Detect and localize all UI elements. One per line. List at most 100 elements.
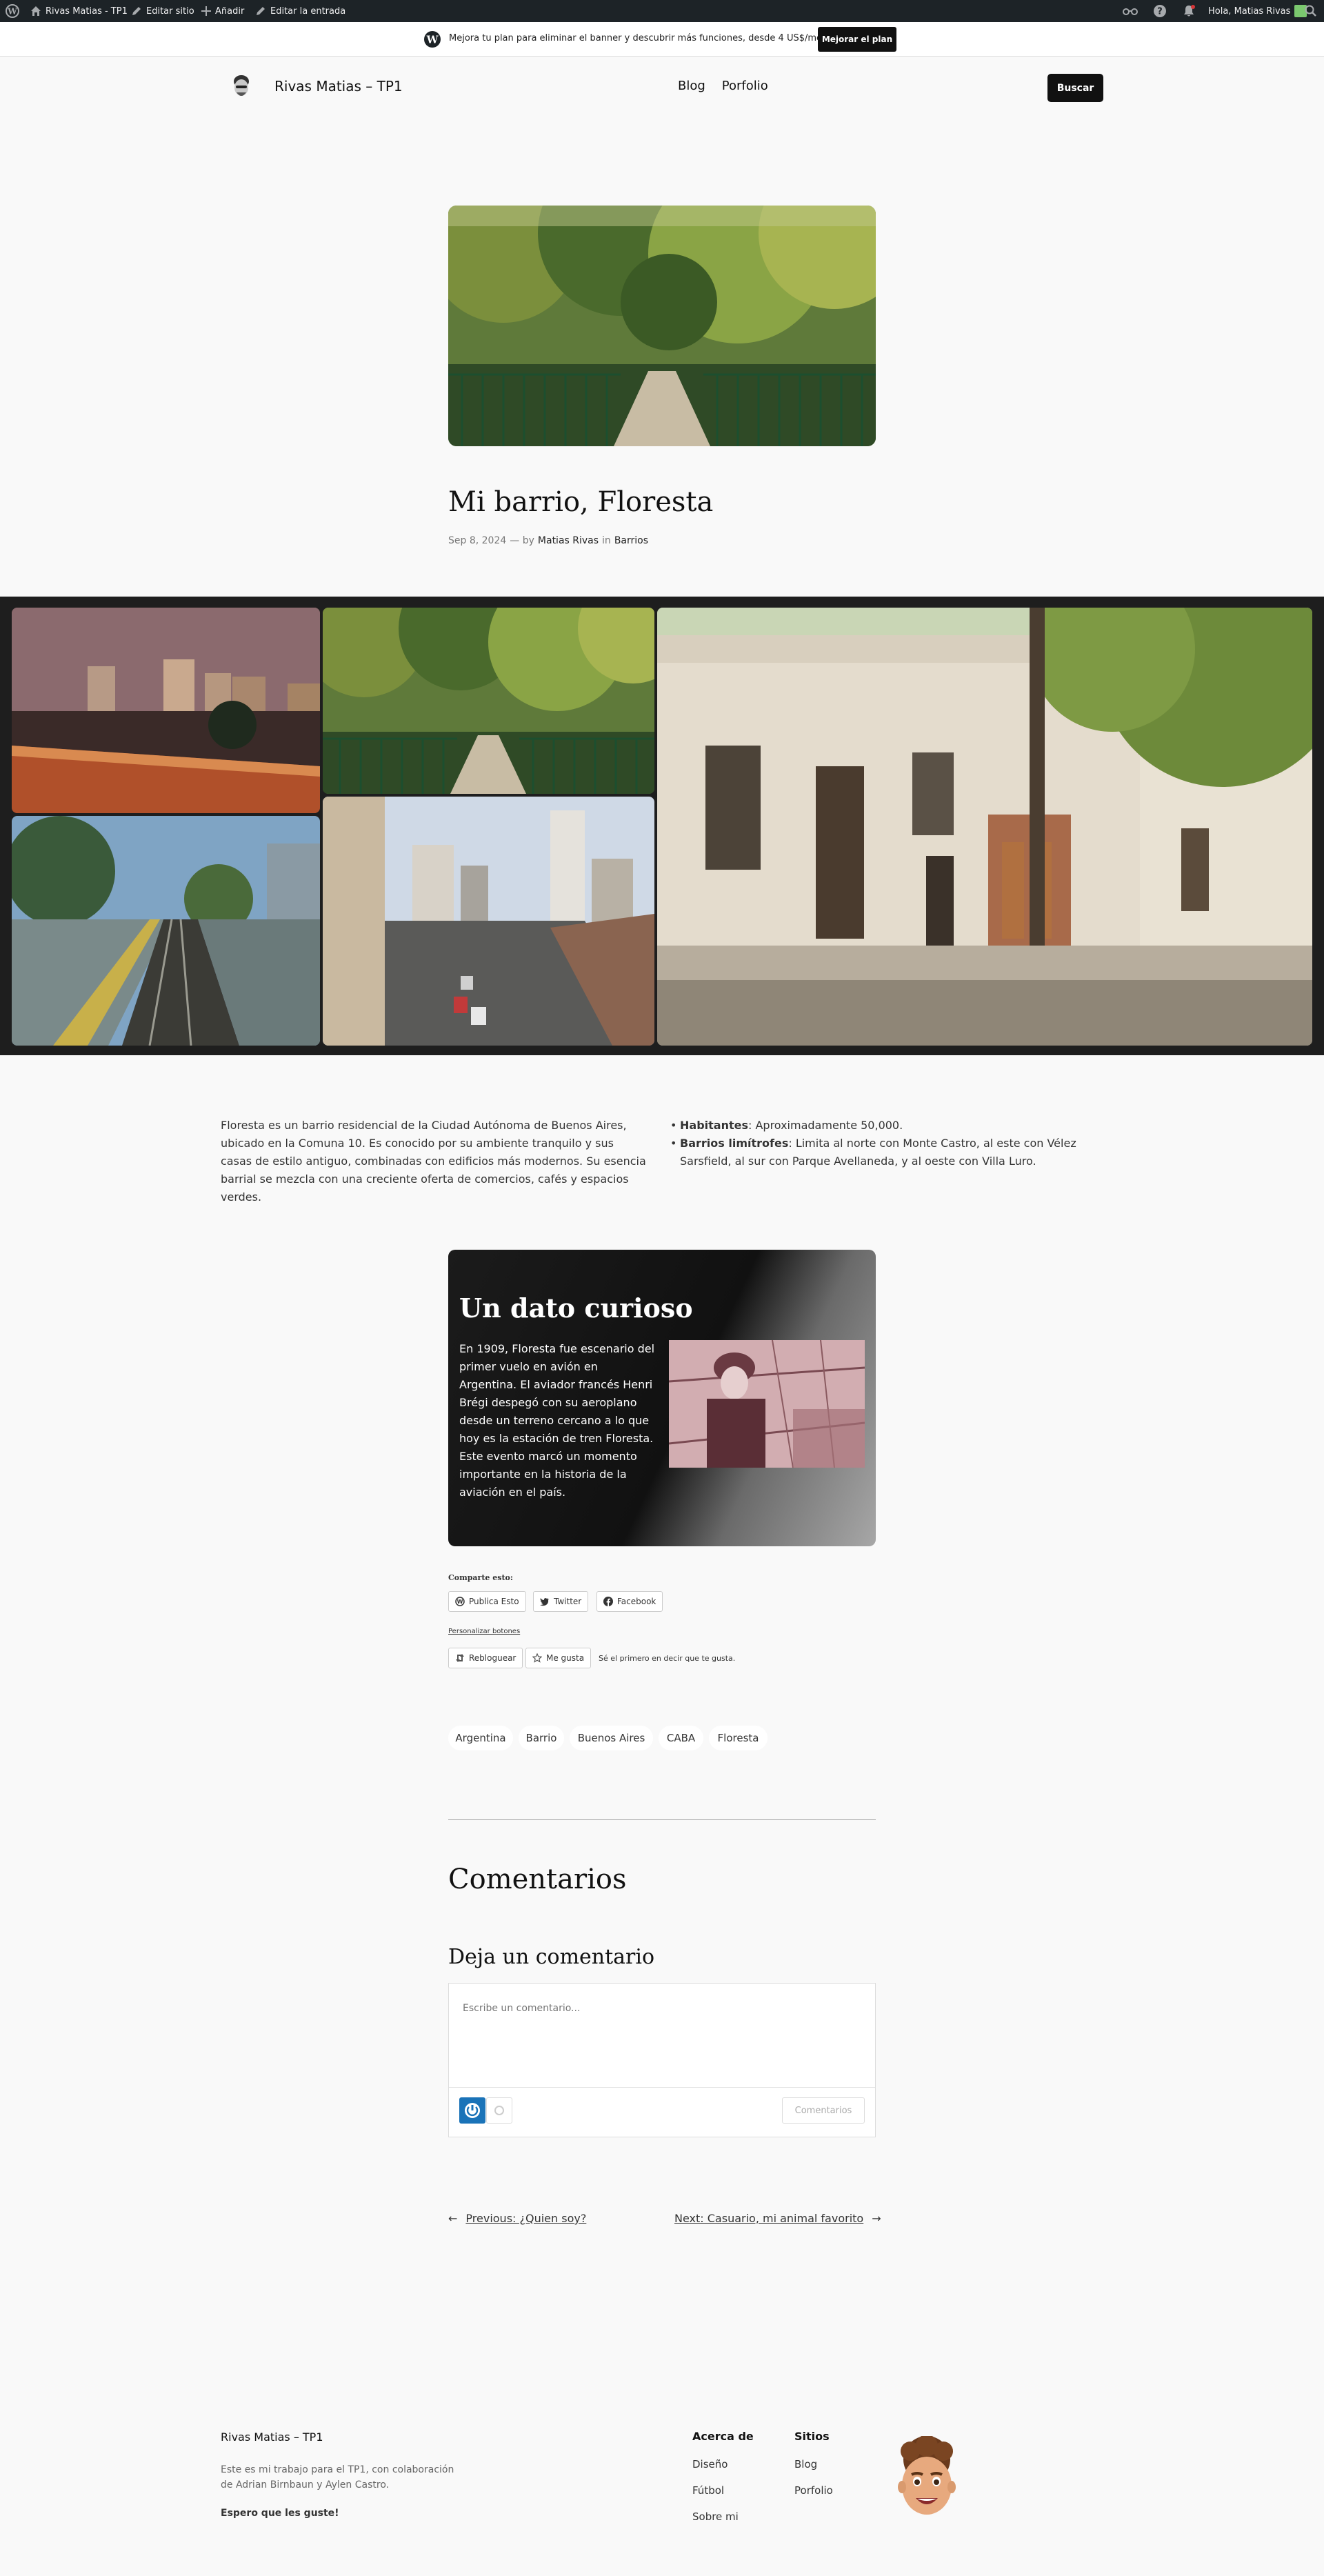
footer-link-porfolio[interactable]: Porfolio xyxy=(794,2484,833,2497)
list-item: • Barrios limítrofes: Limita al norte con… xyxy=(670,1137,1076,1168)
post-title: Mi barrio, Floresta xyxy=(448,486,714,518)
pencil-icon xyxy=(132,7,141,15)
next-post-link[interactable]: Next: Casuario, mi animal favorito → xyxy=(674,2212,881,2225)
like-label: Me gusta xyxy=(546,1653,585,1663)
reblog-button[interactable]: Rebloguear xyxy=(448,1648,523,1668)
gallery-image-house-facade[interactable] xyxy=(657,608,1312,1046)
admin-bar: W Rivas Matias - TP1 Editar sitio Añadir… xyxy=(0,0,1324,22)
aviator-photo xyxy=(669,1340,865,1468)
banner-text: Mejora tu plan para eliminar el banner y… xyxy=(449,33,830,43)
share-facebook-button[interactable]: Facebook xyxy=(596,1591,663,1612)
memoji-avatar xyxy=(891,2435,963,2530)
edit-post-link[interactable]: Editar la entrada xyxy=(255,0,345,22)
greeting-label: Hola, Matias Rivas xyxy=(1208,6,1291,17)
customize-buttons-link[interactable]: Personalizar botones xyxy=(448,1628,520,1635)
post-date: Sep 8, 2024 xyxy=(448,535,507,546)
svg-text:W: W xyxy=(457,1599,463,1605)
star-icon xyxy=(532,1653,542,1663)
nav-item-porfolio[interactable]: Porfolio xyxy=(722,79,768,93)
admin-site-name: Rivas Matias - TP1 xyxy=(46,6,128,17)
pencil-icon xyxy=(257,7,265,15)
comment-input[interactable] xyxy=(449,1984,875,2087)
notifications-bell-icon[interactable] xyxy=(1182,0,1196,22)
reblog-label: Rebloguear xyxy=(469,1653,516,1663)
home-icon xyxy=(31,6,41,16)
add-new-label: Añadir xyxy=(215,6,245,17)
svg-text:?: ? xyxy=(1157,7,1163,17)
comments-heading: Comentarios xyxy=(448,1864,627,1895)
footer-link-blog[interactable]: Blog xyxy=(794,2458,817,2470)
login-service-button[interactable] xyxy=(459,2097,485,2124)
svg-text:W: W xyxy=(7,7,17,17)
comments-separator xyxy=(448,1819,876,1820)
previous-post-link[interactable]: ← Previous: ¿Quien soy? xyxy=(448,2212,586,2225)
submit-comment-button[interactable]: Comentarios xyxy=(782,2097,865,2124)
svg-text:W: W xyxy=(426,34,439,46)
fun-fact-title: Un dato curioso xyxy=(459,1292,693,1324)
photo-gallery xyxy=(0,597,1324,1055)
share-twitter-button[interactable]: Twitter xyxy=(533,1591,589,1612)
primary-nav: Blog Porfolio xyxy=(678,79,768,93)
footer-link-sobre-mi[interactable]: Sobre mi xyxy=(692,2510,739,2523)
admin-search-icon[interactable] xyxy=(1305,0,1317,22)
leave-comment-heading: Deja un comentario xyxy=(448,1945,655,1969)
footer-description: Este es mi trabajo para el TP1, con cola… xyxy=(221,2464,454,2490)
tag-argentina[interactable]: Argentina xyxy=(448,1726,513,1750)
share-publica-button[interactable]: W Publica Esto xyxy=(448,1591,526,1612)
admin-site-link[interactable]: Rivas Matias - TP1 xyxy=(30,0,128,22)
footer-tagline: Espero que les guste! xyxy=(221,2508,339,2519)
gallery-image-train-tracks[interactable] xyxy=(12,816,320,1046)
facebook-icon xyxy=(603,1597,613,1606)
facts-list: • Habitantes: Aproximadamente 50,000. • Ba… xyxy=(670,1117,1106,1170)
list-item-text: : Aproximadamente 50,000. xyxy=(748,1119,903,1132)
site-title[interactable]: Rivas Matias – TP1 xyxy=(274,78,403,94)
fun-fact-card: Un dato curioso En 1909, Floresta fue es… xyxy=(448,1250,876,1546)
reblog-icon xyxy=(456,1654,464,1662)
upgrade-banner: W Mejora tu plan para eliminar el banner… xyxy=(0,22,1324,57)
featured-image xyxy=(448,206,876,446)
footer-sites-heading: Sitios xyxy=(794,2430,830,2443)
share-facebook-label: Facebook xyxy=(617,1597,656,1606)
wordpress-logo-icon: W xyxy=(455,1597,465,1606)
post-by-text: — by xyxy=(510,535,534,546)
share-publica-label: Publica Esto xyxy=(469,1597,519,1606)
comment-form: Comentarios xyxy=(448,1983,876,2137)
footer-link-diseno[interactable]: Diseño xyxy=(692,2458,728,2470)
help-icon[interactable]: ? xyxy=(1153,0,1167,22)
edit-site-link[interactable]: Editar sitio xyxy=(131,0,194,22)
footer-site-title[interactable]: Rivas Matias – TP1 xyxy=(221,2430,323,2444)
nav-item-blog[interactable]: Blog xyxy=(678,79,705,93)
site-logo[interactable] xyxy=(224,69,259,103)
post-author-link[interactable]: Matias Rivas xyxy=(538,535,599,546)
post-in-text: in xyxy=(602,535,611,546)
previous-post-label: Previous: ¿Quien soy? xyxy=(465,2212,587,2225)
wordpress-logo-icon: W xyxy=(424,31,441,48)
add-new-link[interactable]: Añadir xyxy=(201,0,244,22)
gravatar-icon xyxy=(494,2106,504,2115)
account-menu[interactable]: Hola, Matias Rivas xyxy=(1208,0,1307,22)
intro-paragraph: Floresta es un barrio residencial de la … xyxy=(221,1119,646,1204)
upgrade-plan-button[interactable]: Mejorar el plan xyxy=(818,27,896,52)
footer-link-futbol[interactable]: Fútbol xyxy=(692,2484,724,2497)
gallery-image-park[interactable] xyxy=(323,608,654,794)
tag-caba[interactable]: CABA xyxy=(659,1726,703,1750)
power-icon xyxy=(465,2103,480,2118)
wordpress-logo-icon[interactable]: W xyxy=(6,0,19,22)
gallery-image-night-skyline[interactable] xyxy=(12,608,320,813)
list-item-label: Barrios limítrofes xyxy=(680,1137,789,1150)
share-twitter-label: Twitter xyxy=(554,1597,582,1606)
tag-floresta[interactable]: Floresta xyxy=(709,1726,768,1750)
fun-fact-text: En 1909, Floresta fue escenario del prim… xyxy=(459,1342,655,1499)
comment-form-divider xyxy=(449,2087,875,2088)
share-heading: Comparte esto: xyxy=(448,1573,513,1582)
search-button[interactable]: Buscar xyxy=(1047,74,1103,102)
tag-buenos-aires[interactable]: Buenos Aires xyxy=(570,1726,653,1750)
post-meta: Sep 8, 2024 — by Matias Rivas in Barrios xyxy=(448,535,648,546)
reader-icon[interactable] xyxy=(1123,0,1138,22)
post-category-link[interactable]: Barrios xyxy=(614,535,648,546)
arrow-left-icon: ← xyxy=(448,2212,458,2225)
tag-barrio[interactable]: Barrio xyxy=(519,1726,564,1750)
like-button[interactable]: Me gusta xyxy=(525,1648,592,1668)
gravatar-button[interactable] xyxy=(486,2097,512,2124)
gallery-image-street-view[interactable] xyxy=(323,797,654,1046)
